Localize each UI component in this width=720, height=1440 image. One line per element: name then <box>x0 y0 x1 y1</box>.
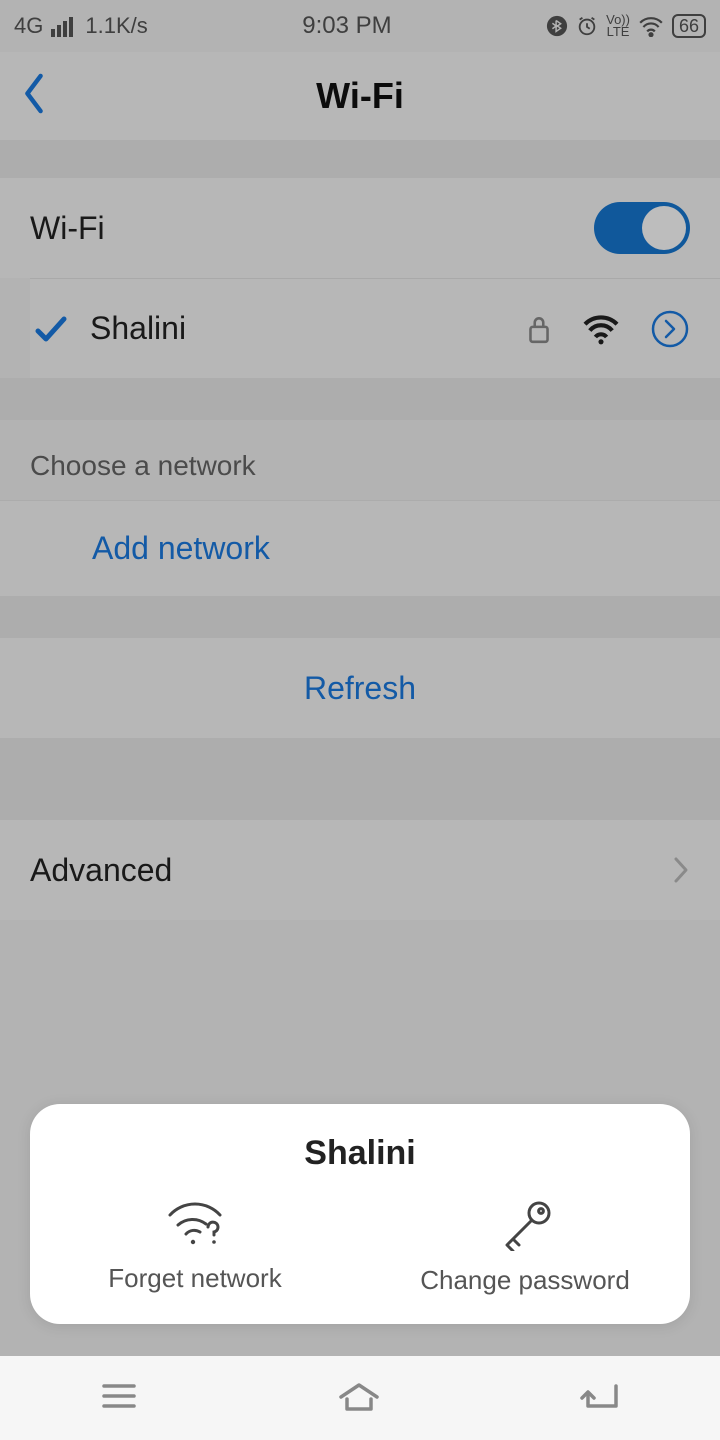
forget-network-label: Forget network <box>108 1263 281 1294</box>
system-nav-bar <box>0 1356 720 1440</box>
sheet-title: Shalini <box>30 1124 690 1197</box>
nav-recents-button[interactable] <box>98 1380 140 1417</box>
menu-lines-icon <box>98 1380 140 1412</box>
nav-home-button[interactable] <box>335 1379 383 1418</box>
network-options-sheet: Shalini Forget network Change password <box>30 1104 690 1324</box>
key-icon <box>493 1197 557 1251</box>
home-outline-icon <box>335 1379 383 1413</box>
nav-back-button[interactable] <box>578 1380 622 1417</box>
change-password-label: Change password <box>420 1265 630 1296</box>
forget-network-button[interactable]: Forget network <box>30 1197 360 1296</box>
wifi-question-icon <box>160 1197 230 1249</box>
back-outline-icon <box>578 1380 622 1412</box>
change-password-button[interactable]: Change password <box>360 1197 690 1296</box>
